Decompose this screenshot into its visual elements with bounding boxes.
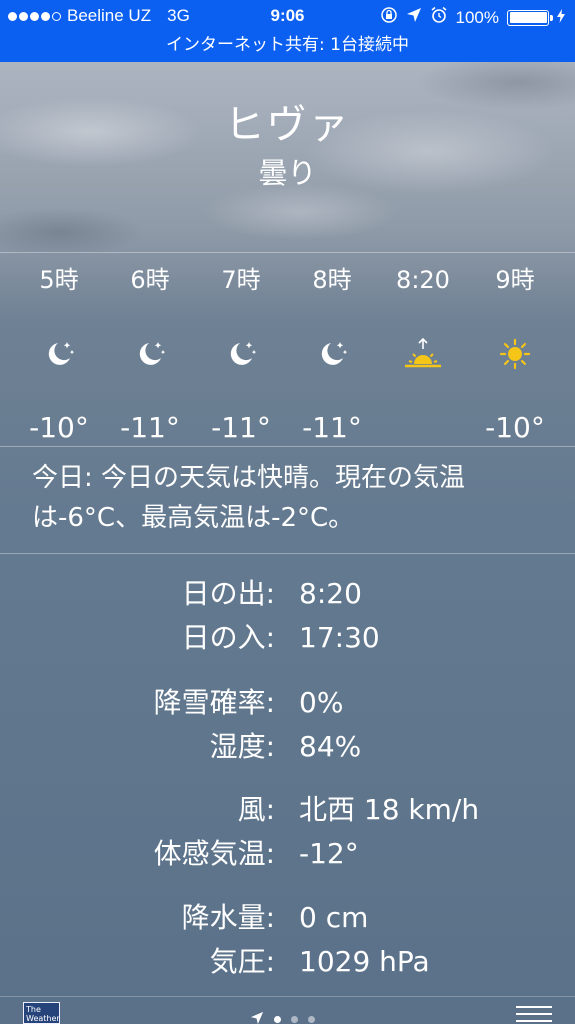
battery-fill bbox=[509, 12, 547, 23]
detail-label: 降水量: bbox=[181, 901, 275, 934]
summary-divider bbox=[0, 553, 575, 554]
current-condition: 曇り bbox=[258, 156, 317, 190]
hour-temperature: -11° bbox=[302, 411, 362, 444]
hourly-top-divider bbox=[0, 252, 575, 253]
page-dot bbox=[308, 1016, 315, 1023]
detail-row-pressure: 気圧: 1029 hPa bbox=[0, 940, 575, 984]
moon-stars-icon bbox=[191, 326, 291, 382]
detail-value: 17:30 bbox=[299, 621, 380, 654]
moon-stars-icon bbox=[9, 326, 109, 382]
detail-label: 風: bbox=[237, 793, 275, 826]
hour-item: 5時 -10° bbox=[9, 262, 109, 448]
detail-label: 日の出: bbox=[181, 577, 275, 610]
hour-time: 6時 bbox=[130, 266, 170, 294]
hour-item: 6時 -11° bbox=[100, 262, 200, 448]
hour-time: 8:20 bbox=[396, 266, 450, 294]
detail-row-feels-like: 体感気温: -12° bbox=[0, 832, 575, 876]
sunrise-icon bbox=[373, 326, 473, 382]
detail-value: 北西 18 km/h bbox=[299, 793, 480, 826]
weather-channel-logo[interactable]: The Weather bbox=[23, 1002, 60, 1024]
detail-row-sunset: 日の入: 17:30 bbox=[0, 616, 575, 660]
status-bar: Beeline UZ 3G 9:06 100% bbox=[0, 0, 575, 32]
battery-icon bbox=[507, 9, 553, 26]
daily-summary: 今日: 今日の天気は快晴。現在の気温は-6°C、最高気温は-2°C。 bbox=[32, 463, 466, 533]
city-list-icon[interactable] bbox=[516, 1006, 552, 1024]
hour-time: 9時 bbox=[495, 266, 535, 294]
hour-item: 9時 -10° bbox=[465, 262, 565, 448]
hour-temperature: -10° bbox=[29, 411, 89, 444]
hour-item: 8:20 bbox=[373, 262, 473, 448]
detail-value: 0% bbox=[299, 686, 344, 719]
moon-stars-icon bbox=[100, 326, 200, 382]
charging-bolt-icon bbox=[557, 8, 565, 28]
hour-item: 7時 -11° bbox=[191, 262, 291, 448]
hourly-bottom-divider bbox=[0, 446, 575, 447]
hour-temperature: -11° bbox=[120, 411, 180, 444]
detail-label: 湿度: bbox=[209, 730, 275, 763]
hour-temperature: -10° bbox=[485, 411, 545, 444]
status-bar-right: 100% bbox=[380, 6, 565, 29]
detail-label: 体感気温: bbox=[153, 837, 275, 870]
hour-temperature bbox=[373, 408, 473, 448]
detail-row-sunrise: 日の出: 8:20 bbox=[0, 572, 575, 616]
detail-value: 1029 hPa bbox=[299, 945, 430, 978]
location-arrow-icon bbox=[406, 7, 422, 28]
moon-stars-icon bbox=[282, 326, 382, 382]
detail-row-humidity: 湿度: 84% bbox=[0, 725, 575, 769]
alarm-clock-icon bbox=[430, 6, 448, 29]
hour-item: 8時 -11° bbox=[282, 262, 382, 448]
detail-row-wind: 風: 北西 18 km/h bbox=[0, 788, 575, 832]
bottom-toolbar: The Weather bbox=[0, 996, 575, 1024]
detail-value: -12° bbox=[299, 837, 359, 870]
detail-label: 降雪確率: bbox=[153, 686, 275, 719]
detail-value: 8:20 bbox=[299, 577, 362, 610]
detail-value: 0 cm bbox=[299, 901, 369, 934]
page-dot bbox=[274, 1016, 281, 1023]
sun-icon bbox=[465, 326, 565, 382]
hour-time: 5時 bbox=[39, 266, 79, 294]
rotation-lock-icon bbox=[380, 6, 398, 29]
location-arrow-icon bbox=[250, 1010, 264, 1024]
hourly-forecast[interactable]: 5時 -10° 6時 -11° 7時 -11° 8時 -11° 8:20 9時 … bbox=[0, 262, 575, 446]
page-indicator[interactable] bbox=[250, 1010, 315, 1024]
hour-temperature: -11° bbox=[211, 411, 271, 444]
hour-time: 7時 bbox=[221, 266, 261, 294]
detail-row-snow-chance: 降雪確率: 0% bbox=[0, 681, 575, 725]
city-name: ヒヴァ bbox=[224, 102, 351, 148]
detail-value: 84% bbox=[299, 730, 362, 763]
detail-row-precipitation: 降水量: 0 cm bbox=[0, 896, 575, 940]
detail-label: 日の入: bbox=[181, 621, 275, 654]
page-dot bbox=[291, 1016, 298, 1023]
detail-label: 気圧: bbox=[209, 945, 275, 978]
hour-time: 8時 bbox=[312, 266, 352, 294]
personal-hotspot-banner[interactable]: インターネット共有: 1台接続中 bbox=[0, 32, 575, 62]
battery-percentage: 100% bbox=[455, 7, 499, 27]
